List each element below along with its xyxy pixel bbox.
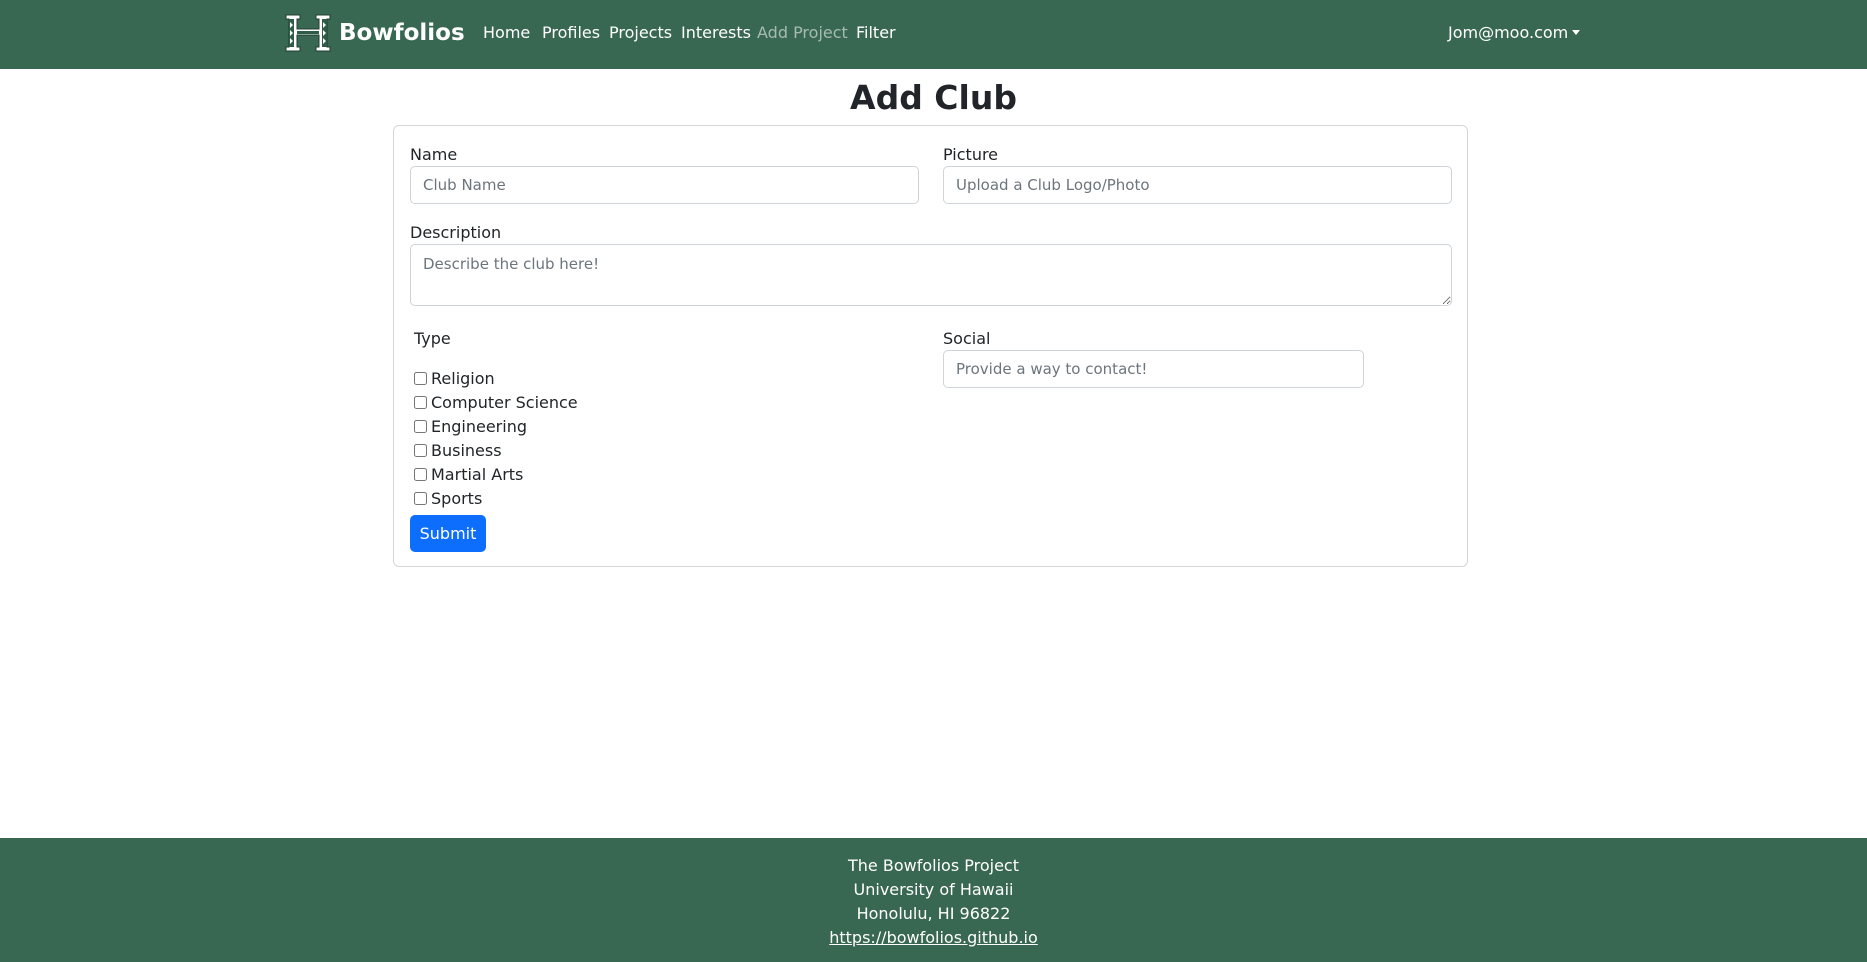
social-label: Social <box>943 329 991 348</box>
nav-filter[interactable]: Filter <box>856 23 896 42</box>
computer-science-checkbox[interactable] <box>414 395 427 409</box>
nav-home[interactable]: Home <box>483 23 530 42</box>
user-dropdown[interactable]: Jom@moo.com <box>1448 23 1581 42</box>
footer-link-row: https://bowfolios.github.io <box>0 928 1867 947</box>
picture-label: Picture <box>943 145 999 164</box>
engineering-label: Engineering <box>431 416 527 436</box>
footer-project-name: The Bowfolios Project <box>848 856 1019 875</box>
nav-projects[interactable]: Projects <box>609 23 672 42</box>
caret-down-icon <box>1572 30 1581 35</box>
uh-h-logo-icon <box>285 14 331 52</box>
type-label: Type <box>414 329 451 348</box>
page-title: Add Club <box>850 78 1017 117</box>
name-label: Name <box>410 145 458 164</box>
brand-name: Bowfolios <box>339 20 465 46</box>
footer-university: University of Hawaii <box>853 880 1014 899</box>
description-label: Description <box>410 223 502 242</box>
footer-address: Honolulu, HI 96822 <box>856 904 1011 923</box>
user-email: Jom@moo.com <box>1448 23 1569 42</box>
picture-input[interactable] <box>943 166 1452 204</box>
footer: The Bowfolios Project University of Hawa… <box>0 838 1867 962</box>
business-label: Business <box>431 440 502 460</box>
martial-arts-label: Martial Arts <box>431 464 524 484</box>
nav-profiles[interactable]: Profiles <box>542 23 600 42</box>
martial-arts-checkbox[interactable] <box>414 467 427 481</box>
nav-interests[interactable]: Interests <box>681 23 751 42</box>
navbar: Bowfolios Home Profiles Projects Interes… <box>0 0 1867 69</box>
brand[interactable]: Bowfolios <box>283 13 465 53</box>
type-option-business[interactable]: Business <box>413 440 502 460</box>
social-input[interactable] <box>943 350 1364 388</box>
type-option-martial-arts[interactable]: Martial Arts <box>413 464 523 484</box>
club-name-input[interactable] <box>410 166 919 204</box>
religion-checkbox[interactable] <box>414 371 427 385</box>
type-option-sports[interactable]: Sports <box>413 488 482 508</box>
sports-label: Sports <box>431 488 483 508</box>
sports-checkbox[interactable] <box>414 491 427 505</box>
footer-website-link[interactable]: https://bowfolios.github.io <box>829 928 1038 947</box>
type-option-religion[interactable]: Religion <box>413 368 495 388</box>
religion-label: Religion <box>431 368 495 388</box>
nav-add-project[interactable]: Add Project <box>757 23 848 42</box>
computer-science-label: Computer Science <box>431 392 578 412</box>
type-option-computer-science[interactable]: Computer Science <box>413 392 578 412</box>
business-checkbox[interactable] <box>414 443 427 457</box>
submit-button[interactable]: Submit <box>410 515 486 552</box>
type-option-engineering[interactable]: Engineering <box>413 416 527 436</box>
engineering-checkbox[interactable] <box>414 419 427 433</box>
description-textarea[interactable] <box>410 244 1452 306</box>
